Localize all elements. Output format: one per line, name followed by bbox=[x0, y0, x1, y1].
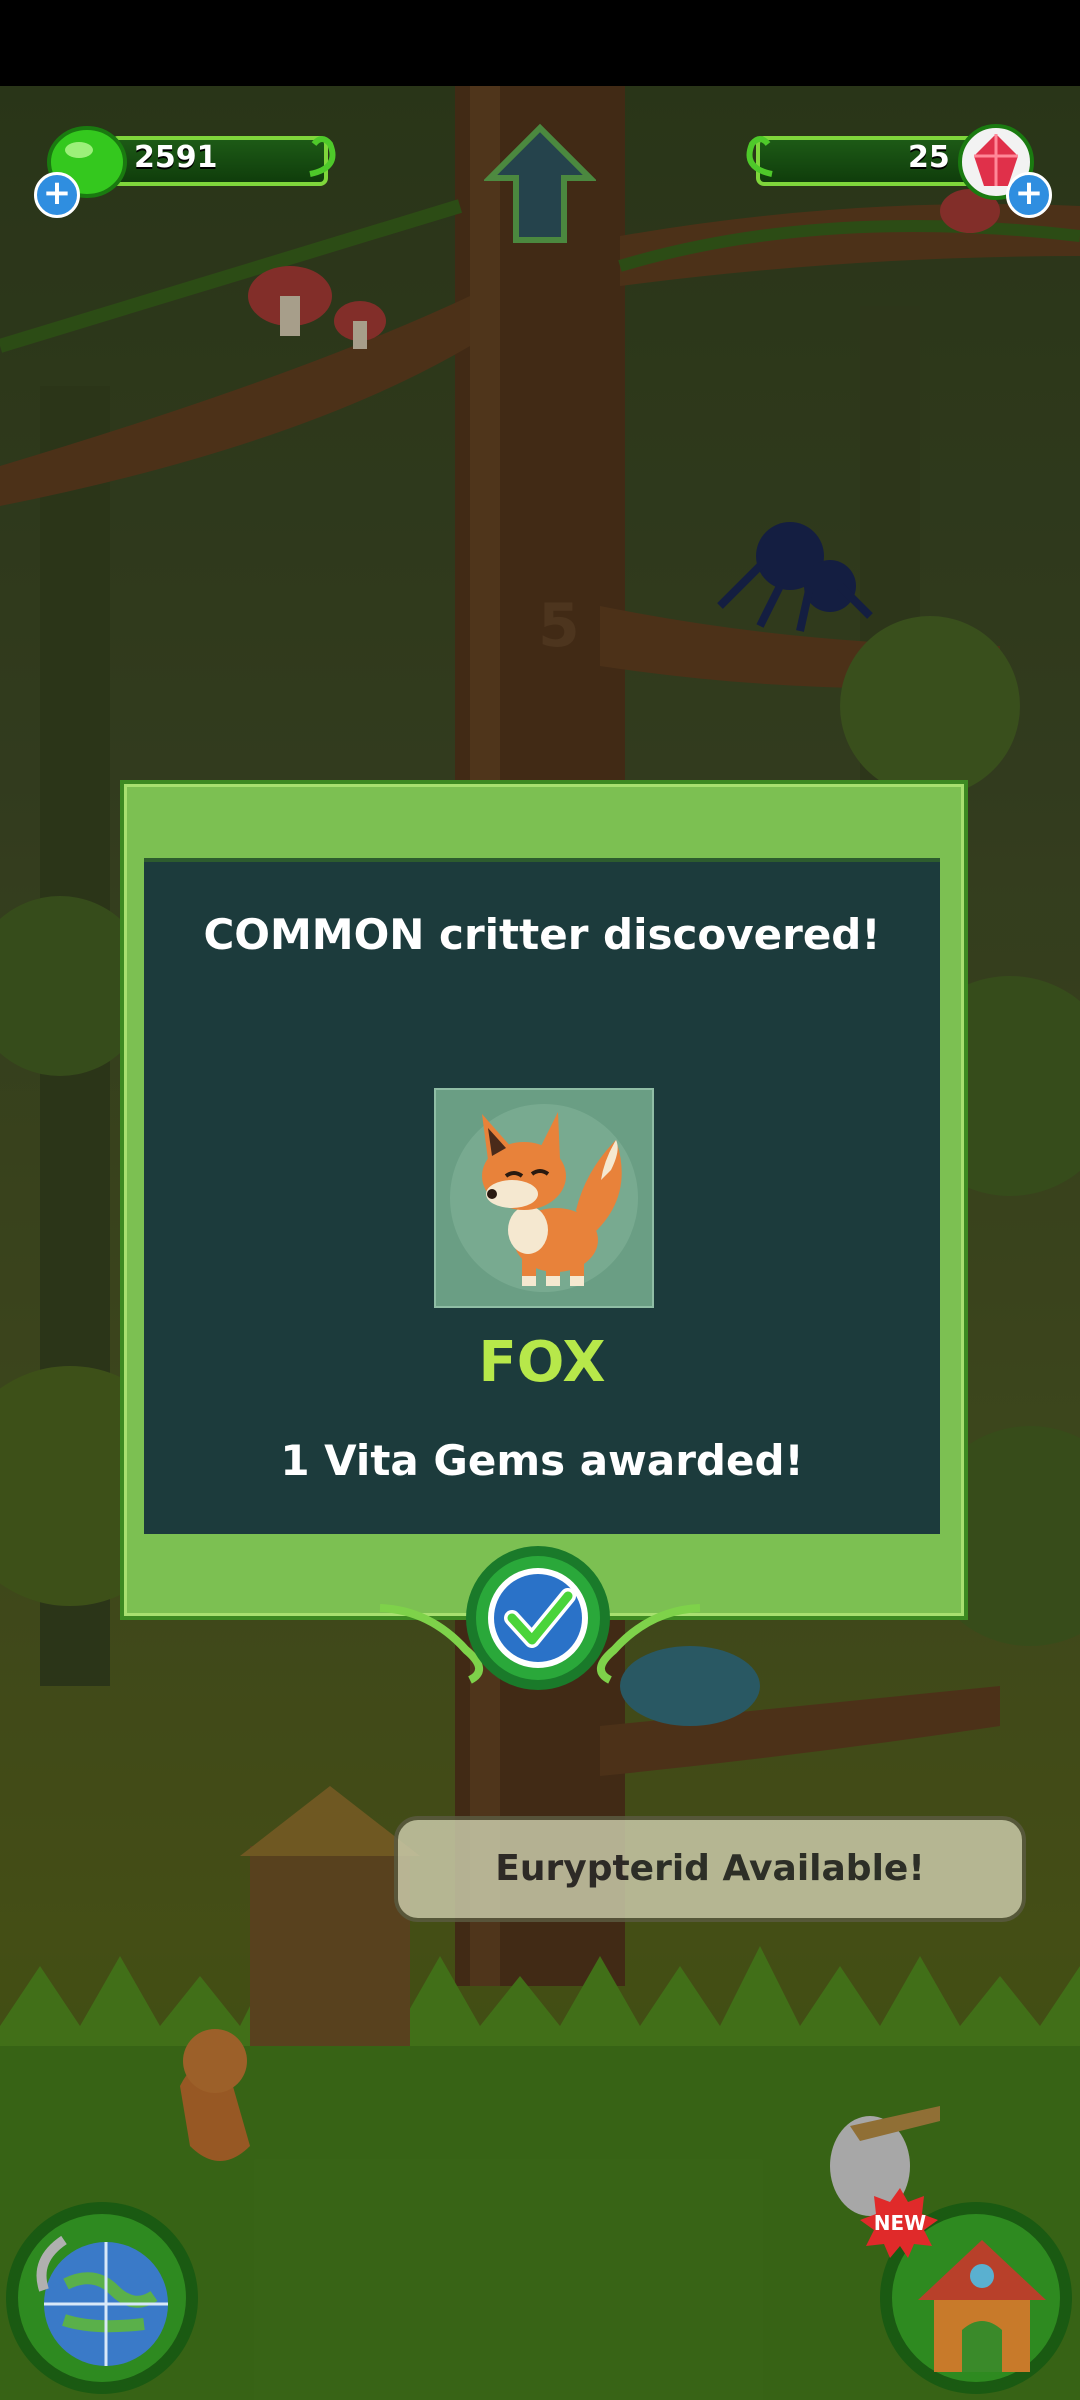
new-badge-text: NEW bbox=[874, 2211, 926, 2235]
add-gem-currency-button[interactable]: + bbox=[1006, 172, 1052, 218]
vine-curl-left-icon bbox=[309, 136, 336, 177]
critter-name: FOX bbox=[478, 1330, 606, 1395]
map-button[interactable] bbox=[4, 2200, 200, 2396]
up-arrow-home-icon[interactable] bbox=[484, 122, 596, 248]
new-badge: NEW bbox=[860, 2188, 938, 2258]
add-green-currency-button[interactable]: + bbox=[34, 172, 80, 218]
vine-curl-right-icon bbox=[746, 136, 773, 177]
dialog-title: COMMON critter discovered! bbox=[203, 910, 881, 959]
gem-currency-value: 25 bbox=[908, 140, 950, 175]
fox-icon bbox=[450, 1104, 638, 1292]
availability-notification[interactable]: Eurypterid Available! bbox=[394, 1816, 1026, 1922]
award-text: 1 Vita Gems awarded! bbox=[280, 1436, 804, 1485]
status-bar bbox=[0, 0, 1080, 86]
green-currency-value: 2591 bbox=[134, 140, 218, 175]
critter-portrait bbox=[434, 1088, 654, 1308]
confirm-button[interactable] bbox=[464, 1544, 612, 1692]
